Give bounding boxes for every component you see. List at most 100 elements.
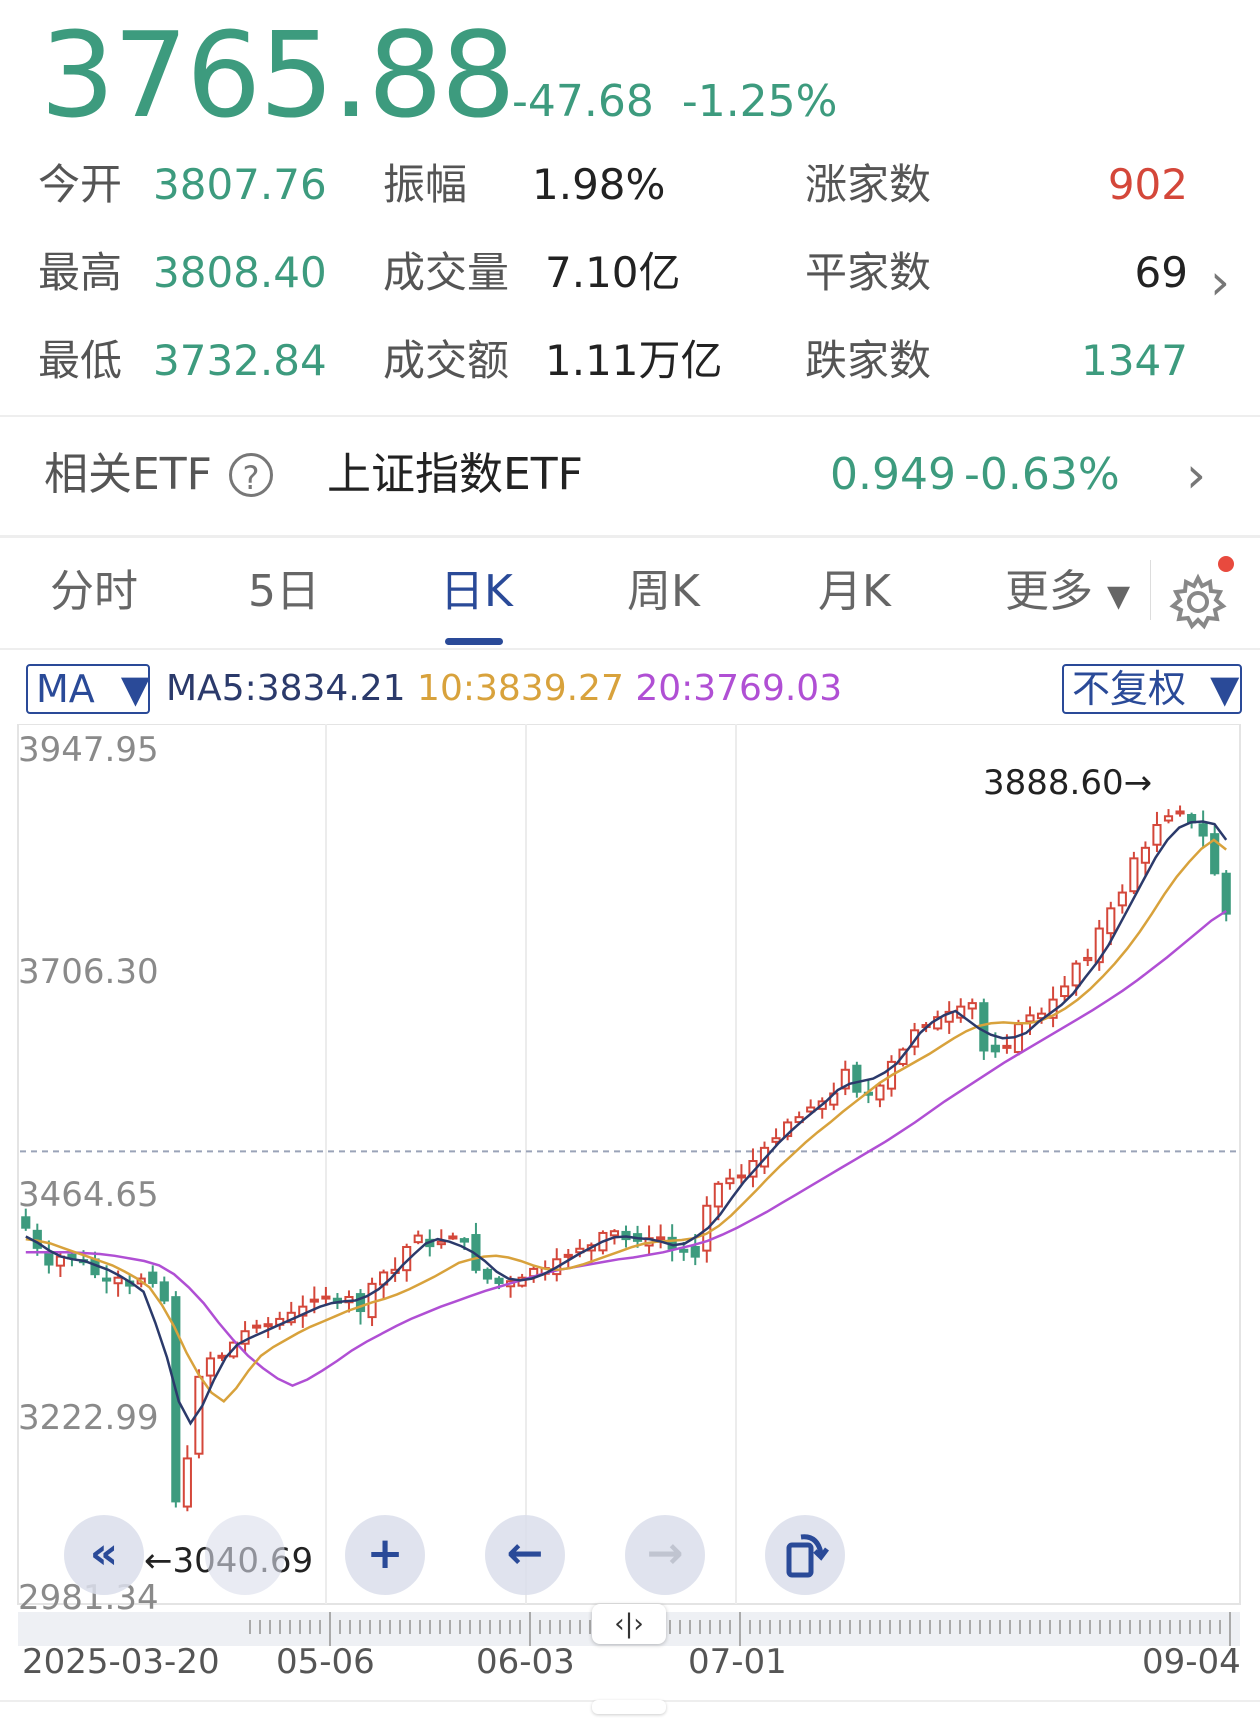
x-tick-label: 05-06 bbox=[276, 1642, 375, 1682]
active-tab-indicator bbox=[445, 638, 503, 645]
x-tick-label: 06-03 bbox=[476, 1642, 575, 1682]
flat-count-label: 平家数 bbox=[805, 248, 932, 297]
tab-minute[interactable]: 分时 bbox=[50, 562, 138, 622]
etf-price: 0.949 bbox=[830, 449, 956, 500]
ma5-line bbox=[25, 820, 1228, 1426]
y-tick-label: 3706.30 bbox=[18, 952, 159, 992]
divider bbox=[1150, 560, 1151, 620]
plus-icon: + bbox=[366, 1528, 404, 1579]
turnover-value: 1.11万亿 bbox=[545, 336, 723, 385]
candle-body bbox=[979, 1002, 989, 1052]
candle-body bbox=[321, 1295, 331, 1300]
tab-more[interactable]: 更多 ▼ bbox=[1005, 562, 1130, 627]
candle-body bbox=[413, 1234, 423, 1244]
chevron-right-icon[interactable]: › bbox=[1210, 252, 1230, 312]
ma20-line bbox=[25, 909, 1227, 1387]
gear-icon[interactable] bbox=[1168, 572, 1228, 632]
candle-body bbox=[113, 1276, 123, 1285]
tab-more-label: 更多 bbox=[1005, 566, 1093, 617]
double-chevron-left-icon: « bbox=[89, 1528, 119, 1579]
tab-5day[interactable]: 5日 bbox=[248, 562, 320, 622]
first-page-button[interactable]: « bbox=[64, 1515, 144, 1595]
down-count-label: 跌家数 bbox=[805, 336, 932, 385]
tab-weekly-k[interactable]: 周K bbox=[627, 562, 700, 622]
candle-body bbox=[436, 1240, 446, 1246]
tab-monthly-k[interactable]: 月K bbox=[818, 562, 891, 622]
scrubber-handle[interactable]: ‹|› bbox=[592, 1604, 666, 1644]
candle-body bbox=[967, 1002, 977, 1010]
x-tick-label: 09-04 bbox=[1142, 1642, 1241, 1682]
turnover-label: 成交额 bbox=[383, 336, 510, 385]
tab-daily-k[interactable]: 日K bbox=[440, 562, 513, 622]
caret-down-icon: ▼ bbox=[120, 667, 151, 711]
candle-body bbox=[1129, 857, 1139, 893]
pan-right-button[interactable]: → bbox=[625, 1515, 705, 1595]
down-count-value: 1347 bbox=[1081, 336, 1188, 385]
ma5-value: MA5:3834.21 bbox=[166, 668, 406, 709]
candle-body bbox=[159, 1281, 169, 1302]
index-price: 3765.88 bbox=[40, 6, 516, 144]
rotate-icon bbox=[786, 1534, 829, 1578]
ma20-value: 20:3769.03 bbox=[635, 668, 843, 709]
zoom-out-button[interactable] bbox=[205, 1515, 285, 1595]
candle-body bbox=[713, 1182, 723, 1208]
volume-label: 成交量 bbox=[383, 248, 510, 297]
chart-frame bbox=[17, 724, 1241, 1605]
caret-down-icon: ▼ bbox=[1107, 579, 1131, 614]
candle-body bbox=[563, 1253, 573, 1258]
candle-body bbox=[1083, 956, 1093, 962]
candle-body bbox=[690, 1245, 700, 1258]
ma-legend: MA5:3834.21 10:3839.27 20:3769.03 bbox=[166, 666, 842, 712]
amplitude-label: 振幅 bbox=[383, 160, 468, 209]
high-label: 最高 bbox=[38, 248, 123, 297]
etf-name: 上证指数ETF bbox=[327, 449, 583, 500]
notification-badge bbox=[1218, 556, 1234, 572]
open-value: 3807.76 bbox=[153, 160, 327, 209]
related-etf-row[interactable]: 相关ETF ? 上证指数ETF 0.949 -0.63% › bbox=[0, 415, 1260, 535]
candle-body bbox=[990, 1044, 1000, 1053]
pan-left-button[interactable]: ← bbox=[485, 1515, 565, 1595]
low-label: 最低 bbox=[38, 336, 123, 385]
candle-body bbox=[494, 1277, 504, 1284]
period-tabs: 分时 5日 日K 周K 月K 更多 ▼ bbox=[0, 538, 1260, 648]
change-value: -47.68 bbox=[512, 76, 654, 127]
candle-body bbox=[1106, 907, 1116, 935]
candle-body bbox=[1163, 815, 1174, 822]
amplitude-value: 1.98% bbox=[532, 160, 666, 209]
arrow-right-icon: → bbox=[646, 1528, 684, 1579]
candle-body bbox=[656, 1236, 666, 1241]
indicator-select[interactable]: MA ▼ bbox=[26, 664, 150, 714]
candle-body bbox=[1198, 823, 1208, 837]
candle-body bbox=[609, 1230, 620, 1237]
candle-body bbox=[148, 1271, 158, 1284]
candle-body bbox=[252, 1324, 262, 1329]
etf-change: -0.63% bbox=[964, 449, 1120, 500]
candle-body bbox=[736, 1174, 747, 1179]
adjust-select[interactable]: 不复权 ▼ bbox=[1062, 664, 1242, 714]
candle-body bbox=[448, 1235, 458, 1240]
zoom-in-button[interactable]: + bbox=[345, 1515, 425, 1595]
candle-body bbox=[1175, 810, 1185, 815]
help-icon[interactable]: ? bbox=[229, 453, 273, 497]
candlestick-chart[interactable] bbox=[0, 724, 1260, 1624]
adjust-label: 不复权 bbox=[1072, 667, 1187, 711]
panel-resize-handle[interactable] bbox=[592, 1700, 666, 1714]
low-value: 3732.84 bbox=[153, 336, 327, 385]
caret-down-icon: ▼ bbox=[1210, 667, 1240, 711]
candle-body bbox=[205, 1357, 216, 1377]
candle-body bbox=[679, 1248, 689, 1253]
chevron-right-icon: › bbox=[1186, 446, 1206, 504]
candle-body bbox=[1117, 891, 1127, 907]
y-tick-label: 3222.99 bbox=[18, 1398, 159, 1438]
high-annotation-value: 3888.60 bbox=[983, 763, 1124, 803]
candle-body bbox=[263, 1323, 273, 1328]
x-tick-label: 2025-03-20 bbox=[22, 1642, 220, 1682]
y-tick-label: 3464.65 bbox=[18, 1175, 159, 1215]
candle-body bbox=[1140, 846, 1151, 864]
y-tick-label: 3947.95 bbox=[18, 730, 159, 770]
candle-body bbox=[1025, 1014, 1035, 1023]
candle-body bbox=[1071, 962, 1081, 987]
rotate-button[interactable] bbox=[765, 1515, 845, 1595]
flat-count-value: 69 bbox=[1134, 248, 1188, 297]
candle-body bbox=[1002, 1044, 1012, 1049]
